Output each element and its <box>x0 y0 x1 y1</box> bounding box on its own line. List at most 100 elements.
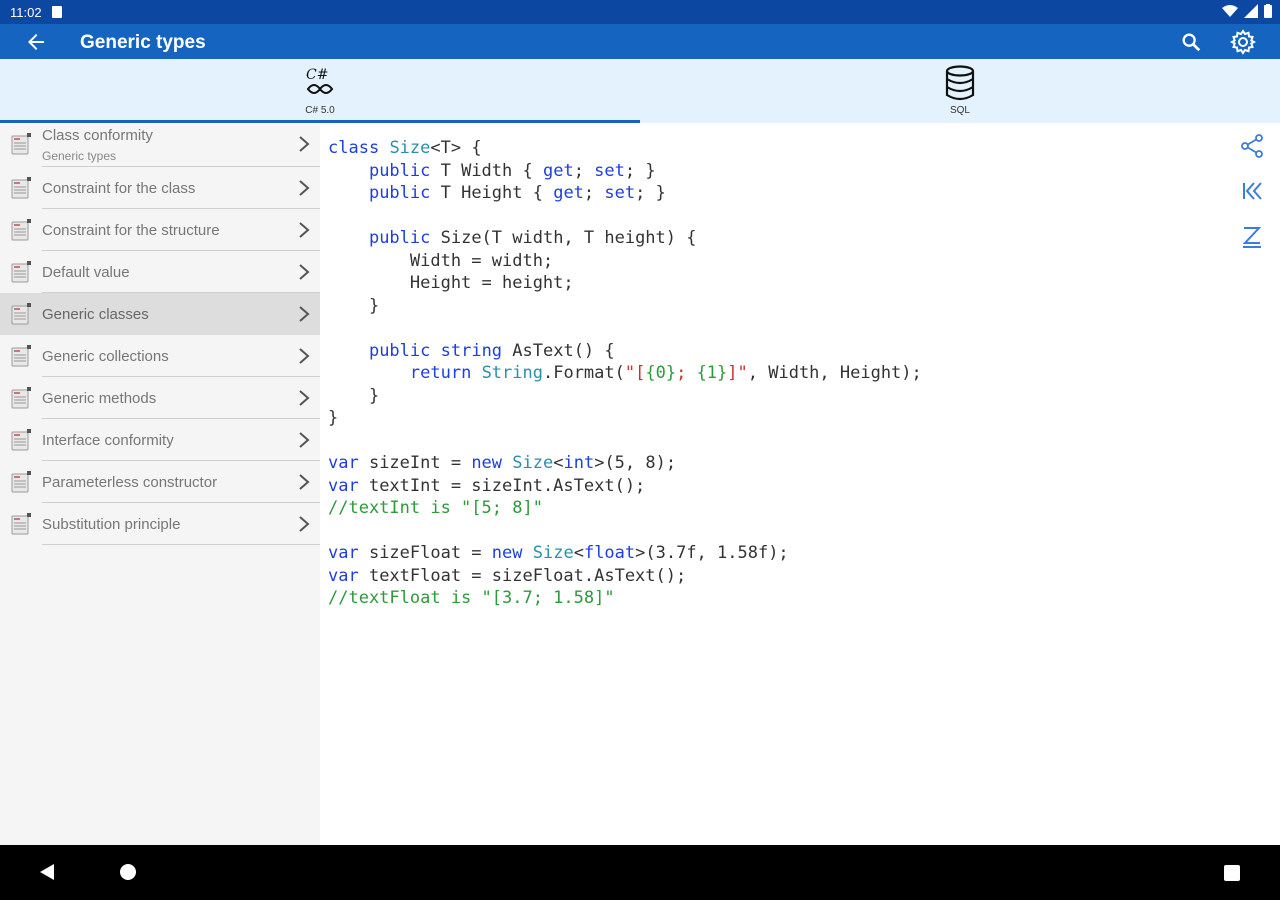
code-token: Size <box>512 453 554 473</box>
code-token: >(3.7f, 1.58f); <box>635 543 789 563</box>
svg-text:C#: C# <box>306 67 328 83</box>
code-token: T Height { <box>430 183 554 203</box>
database-icon <box>945 65 975 101</box>
code-token: public <box>368 160 431 181</box>
tab-csharp[interactable]: C# C# 5.0 <box>0 59 640 123</box>
nav-back-icon[interactable] <box>38 862 56 882</box>
list-item-constraint-class[interactable]: Constraint for the class <box>0 167 320 209</box>
code-token: //textInt is "[5; 8]" <box>328 498 543 518</box>
document-icon <box>11 387 31 409</box>
share-icon[interactable] <box>1238 132 1266 160</box>
code-token: float <box>583 543 636 563</box>
document-icon <box>11 219 31 241</box>
code-token: var <box>328 453 359 473</box>
code-line: public T Width { get; set; } <box>328 161 656 181</box>
list-item-generic-methods[interactable]: Generic methods <box>0 377 320 419</box>
list-item-default-value[interactable]: Default value <box>0 251 320 293</box>
chevron-right-icon <box>299 264 310 280</box>
code-token: Size(T width, T height) { <box>430 228 697 248</box>
code-token: ]" <box>727 363 748 383</box>
tab-sql-label: SQL <box>949 105 970 116</box>
code-token: var <box>328 475 359 496</box>
code-line: //textInt is "[5; 8]" <box>328 498 543 518</box>
back-arrow-icon[interactable] <box>24 30 48 54</box>
code-token: } <box>328 408 339 428</box>
list-item-generic-collections[interactable]: Generic collections <box>0 335 320 377</box>
list-item-generic-classes[interactable]: Generic classes <box>0 293 320 335</box>
code-panel: class Size<T> { public T Width { get; se… <box>320 123 1280 845</box>
gear-icon[interactable] <box>1230 29 1256 55</box>
list-item-label: Constraint for the class <box>42 179 196 197</box>
code-token: String <box>481 363 543 383</box>
list-item-substitution-principle[interactable]: Substitution principle <box>0 503 320 545</box>
code-line: var sizeFloat = new Size<float>(3.7f, 1.… <box>328 543 789 563</box>
code-line: Width = width; <box>328 251 553 271</box>
code-token: ; } <box>624 160 656 181</box>
code-token: ; <box>676 363 697 383</box>
document-icon <box>11 345 31 367</box>
list-item-interface-conformity[interactable]: Interface conformity <box>0 419 320 461</box>
sort-z-icon[interactable] <box>1238 222 1266 250</box>
chevron-right-icon <box>299 390 310 406</box>
list-item-label: Generic collections <box>42 347 169 365</box>
document-icon <box>11 513 31 535</box>
code-actions <box>1238 132 1268 267</box>
chevron-right-icon <box>299 348 310 364</box>
code-token: public <box>368 340 431 361</box>
document-icon <box>11 471 31 493</box>
code-token: ; <box>573 160 595 181</box>
code-token: sizeInt = <box>358 453 472 473</box>
list-item-parameterless-constructor[interactable]: Parameterless constructor <box>0 461 320 503</box>
page-title: Generic types <box>80 32 206 53</box>
tab-sql[interactable]: SQL <box>640 59 1280 123</box>
system-nav-bar <box>0 845 1280 900</box>
code-token: <T> { <box>430 138 482 158</box>
document-icon <box>11 261 31 283</box>
list-item-label: Default value <box>42 263 130 281</box>
status-time: 11:02 <box>10 4 42 20</box>
first-page-icon[interactable] <box>1238 177 1266 205</box>
code-token: public <box>368 183 431 203</box>
code-line: Height = height; <box>328 273 574 293</box>
code-listing: class Size<T> { public T Width { get; se… <box>328 137 922 610</box>
code-token: } <box>328 295 380 316</box>
list-item-constraint-structure[interactable]: Constraint for the structure <box>0 209 320 251</box>
code-token: Size <box>389 138 431 158</box>
code-line: var textFloat = sizeFloat.AsText(); <box>328 566 686 586</box>
code-token: textInt = sizeInt.AsText(); <box>358 475 646 496</box>
nav-recents-icon[interactable] <box>1224 865 1240 881</box>
tab-csharp-label: C# 5.0 <box>305 105 335 116</box>
code-token: sizeFloat = <box>358 543 492 563</box>
document-icon <box>11 303 31 325</box>
list-item-label: Generic methods <box>42 389 157 407</box>
code-token: >(5, 8); <box>594 453 677 473</box>
code-token: , Width, Height); <box>747 363 922 383</box>
search-icon[interactable] <box>1180 31 1202 53</box>
code-line: return String.Format("[{0}; {1}]", Width… <box>328 363 922 383</box>
list-item-label: Constraint for the structure <box>42 221 220 239</box>
list-item-class-conformity[interactable]: Class conformity Generic types <box>0 123 320 167</box>
code-token: "[ <box>624 363 646 383</box>
chevron-right-icon <box>299 180 310 196</box>
nav-home-icon[interactable] <box>120 864 136 880</box>
code-line: //textFloat is "[3.7; 1.58]" <box>328 588 615 608</box>
tab-bar: C# C# 5.0 SQL <box>0 59 1280 123</box>
list-item-label: Generic classes <box>42 305 149 323</box>
list-item-label: Interface conformity <box>42 431 174 449</box>
code-token: var <box>328 565 359 586</box>
code-token: {1} <box>696 363 728 383</box>
code-line: var sizeInt = new Size<int>(5, 8); <box>328 453 676 473</box>
list-item-label: Parameterless constructor <box>42 473 218 491</box>
code-token: {0} <box>645 363 677 383</box>
code-token: Height = height; <box>328 273 574 293</box>
list-item-sublabel: Generic types <box>42 149 117 163</box>
code-token: public <box>368 228 431 248</box>
code-token: int <box>563 453 595 473</box>
code-token: get <box>542 160 574 181</box>
app-bar: Generic types <box>0 24 1280 59</box>
